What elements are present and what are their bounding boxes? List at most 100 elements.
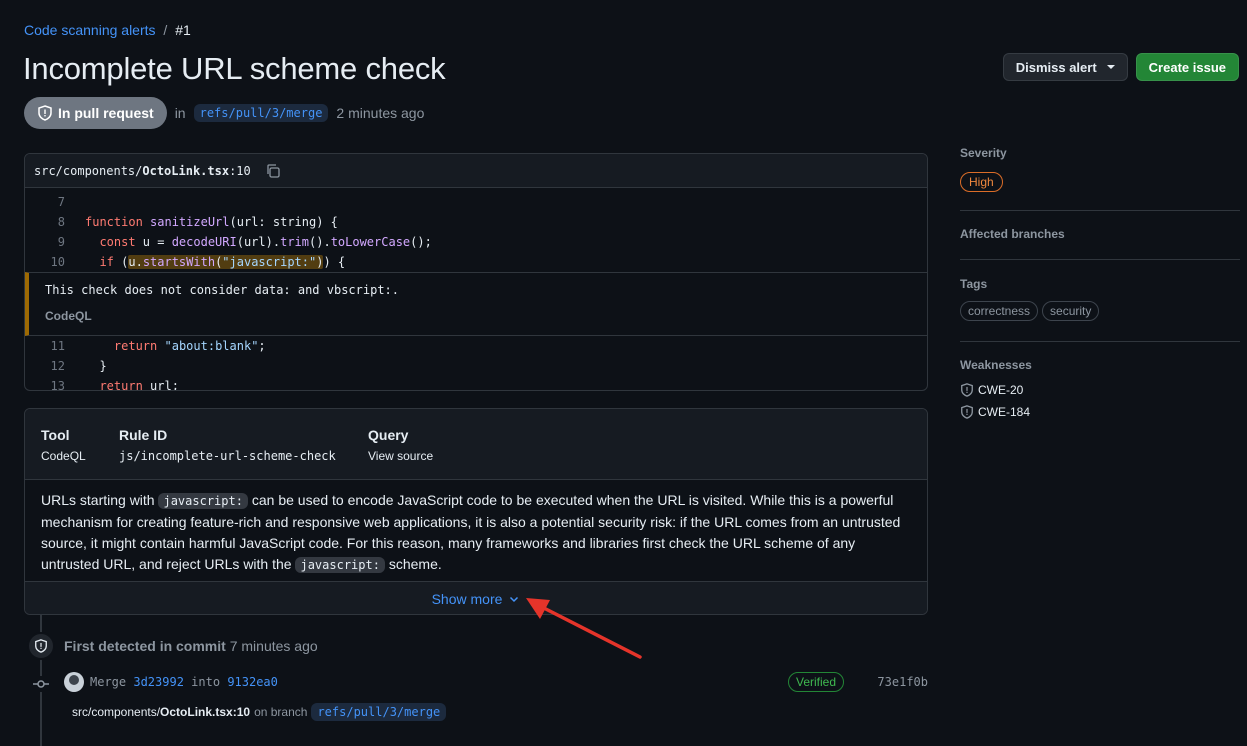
alert-message: This check does not consider data: and v… xyxy=(45,283,400,297)
line-number: 13 xyxy=(50,379,65,391)
branch-chip[interactable]: refs/pull/3/merge xyxy=(311,703,447,721)
branch-chip[interactable]: refs/pull/3/merge xyxy=(193,104,329,122)
shield-icon xyxy=(35,639,47,653)
first-detected-label: First detected in commit xyxy=(64,638,226,654)
dismiss-alert-label: Dismiss alert xyxy=(1015,59,1097,75)
code-line: 12 } xyxy=(25,356,927,376)
dismiss-alert-button[interactable]: Dismiss alert xyxy=(1002,53,1128,81)
weakness-label: CWE-20 xyxy=(978,383,1024,397)
weakness-label: CWE-184 xyxy=(978,405,1031,419)
weaknesses-section: Weaknesses CWE-20 CWE-184 xyxy=(960,342,1240,423)
commit-file-link[interactable]: src/components/OctoLink.tsx:10 xyxy=(72,705,250,719)
in-label: in xyxy=(174,105,186,121)
commit-sha-link[interactable]: 3d23992 xyxy=(133,675,184,689)
rule-info-header: Tool CodeQL Rule ID js/incomplete-url-sc… xyxy=(25,409,927,480)
status-badge: In pull request xyxy=(24,97,167,129)
line-number: 7 xyxy=(57,195,65,209)
copy-icon[interactable] xyxy=(265,163,281,179)
commit-location: src/components/OctoLink.tsx:10 on branch… xyxy=(72,703,447,721)
commit-sha[interactable]: 73e1f0b xyxy=(877,675,928,689)
first-detected-time: 7 minutes ago xyxy=(229,638,318,654)
code-line: 7 xyxy=(25,192,927,212)
sidebar: Severity High Affected branches Tags cor… xyxy=(960,146,1240,423)
alert-annotation: This check does not consider data: and v… xyxy=(25,272,927,336)
description-text: scheme. xyxy=(384,556,442,572)
tool-value: CodeQL xyxy=(41,449,86,463)
line-number: 8 xyxy=(57,215,65,229)
description-text: URLs starting with xyxy=(41,492,159,508)
timestamp: 2 minutes ago xyxy=(336,105,425,121)
show-more-button[interactable]: Show more xyxy=(25,581,927,614)
tag-correctness[interactable]: correctness xyxy=(960,301,1039,321)
commit-file-prefix: src/components/ xyxy=(72,705,161,719)
code-text: const u = decodeURI(url).trim().toLowerC… xyxy=(99,235,432,249)
code-snippet: src/components/OctoLink.tsx:10 7 8 functi… xyxy=(24,153,928,391)
timeline-event-icon xyxy=(27,632,55,660)
verified-badge[interactable]: Verified xyxy=(788,672,845,692)
tool-heading: Tool xyxy=(41,427,70,443)
show-more-label: Show more xyxy=(431,591,503,607)
code-text: return url; xyxy=(99,379,179,391)
code-text: if (u.startsWith("javascript:")) { xyxy=(99,255,346,269)
code-text: function sanitizeUrl(url: string) { xyxy=(85,215,338,229)
status-label: In pull request xyxy=(58,105,154,121)
first-detected-text: First detected in commit 7 minutes ago xyxy=(64,638,318,654)
file-line-ref: :10 xyxy=(229,163,251,178)
breadcrumb-link-alerts[interactable]: Code scanning alerts xyxy=(24,22,156,38)
alert-meta: In pull request in refs/pull/3/merge 2 m… xyxy=(24,97,424,129)
git-commit-icon xyxy=(33,676,49,692)
code-line: 10 if (u.startsWith("javascript:")) { xyxy=(25,252,927,272)
rule-id-column: Rule ID js/incomplete-url-scheme-check xyxy=(119,427,336,463)
tags-list: correctness security xyxy=(960,301,1240,321)
code-line: 13 return url; xyxy=(25,376,927,391)
rule-description: URLs starting with javascript: can be us… xyxy=(25,480,927,581)
affected-branches-heading: Affected branches xyxy=(960,227,1065,241)
page-title: Incomplete URL scheme check xyxy=(23,51,446,86)
commit-sha-link[interactable]: 9132ea0 xyxy=(227,675,278,689)
weakness-item[interactable]: CWE-20 xyxy=(960,379,1240,401)
code-line: 9 const u = decodeURI(url).trim().toLowe… xyxy=(25,232,927,252)
code-line: 8 function sanitizeUrl(url: string) { xyxy=(25,212,927,232)
file-path[interactable]: src/components/OctoLink.tsx:10 xyxy=(34,164,251,178)
file-name: OctoLink.tsx xyxy=(142,163,230,178)
code-file-header: src/components/OctoLink.tsx:10 xyxy=(25,154,927,188)
rule-id-value: js/incomplete-url-scheme-check xyxy=(119,449,336,463)
weaknesses-list: CWE-20 CWE-184 xyxy=(960,379,1240,423)
commit-into-label: into xyxy=(191,675,221,689)
view-source-link[interactable]: View source xyxy=(368,449,433,463)
tags-heading: Tags xyxy=(960,277,988,291)
shield-icon xyxy=(961,383,973,397)
rule-info-panel: Tool CodeQL Rule ID js/incomplete-url-sc… xyxy=(24,408,928,615)
header-actions: Dismiss alert Create issue xyxy=(1002,53,1239,81)
tool-column: Tool CodeQL xyxy=(41,427,86,463)
shield-icon xyxy=(961,405,973,419)
breadcrumb-current: #1 xyxy=(175,22,191,38)
file-path-prefix: src/components/ xyxy=(34,163,143,178)
line-number: 11 xyxy=(50,339,65,353)
tags-section: Tags correctness security xyxy=(960,260,1240,342)
code-line: 11 return "about:blank"; xyxy=(25,336,927,356)
chevron-down-icon xyxy=(510,596,519,603)
weakness-item[interactable]: CWE-184 xyxy=(960,401,1240,423)
breadcrumb-separator: / xyxy=(163,22,168,38)
weaknesses-heading: Weaknesses xyxy=(960,358,1032,372)
rule-id-heading: Rule ID xyxy=(119,427,168,443)
query-heading: Query xyxy=(368,427,409,443)
inline-code: javascript: xyxy=(158,493,248,509)
line-number: 9 xyxy=(57,235,65,249)
affected-branches-section: Affected branches xyxy=(960,211,1240,260)
severity-heading: Severity xyxy=(960,146,1007,160)
line-number: 10 xyxy=(50,255,65,269)
commit-file-name: OctoLink.tsx:10 xyxy=(160,705,251,719)
alert-source: CodeQL xyxy=(45,309,92,323)
avatar[interactable] xyxy=(64,672,84,692)
commit-merge-label: Merge xyxy=(90,675,127,689)
inline-code: javascript: xyxy=(295,557,385,573)
annotation-arrow xyxy=(526,598,642,659)
create-issue-button[interactable]: Create issue xyxy=(1135,53,1239,81)
breadcrumb: Code scanning alerts / #1 xyxy=(24,22,191,38)
code-text: } xyxy=(85,359,107,373)
tag-security[interactable]: security xyxy=(1042,301,1100,321)
commit-row: Merge 3d23992 into 9132ea0 Verified 73e1… xyxy=(64,672,928,692)
code-text: return "about:blank"; xyxy=(113,339,266,353)
